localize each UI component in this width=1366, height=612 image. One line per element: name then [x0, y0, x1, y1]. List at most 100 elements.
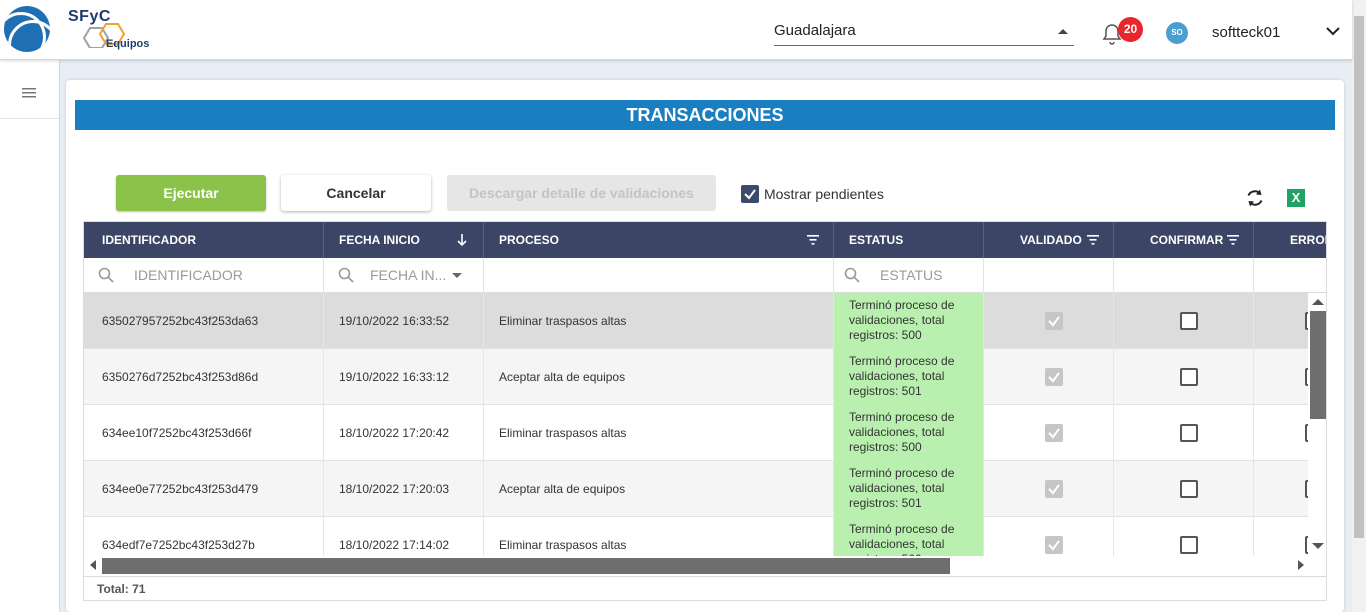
proceso-cell: Eliminar traspasos altas	[484, 293, 834, 349]
estatus-cell: Terminó proceso de validaciones, total r…	[834, 349, 984, 405]
confirmar-cell	[1114, 461, 1254, 517]
column-header-label: FECHA INICIO	[339, 233, 420, 247]
page-scrollbar[interactable]	[1352, 0, 1366, 612]
column-header-error[interactable]: ERROR	[1254, 222, 1326, 258]
table-row[interactable]: 634ee10f7252bc43f253d66f 18/10/2022 17:20…	[84, 405, 1326, 461]
estatus-cell: Terminó proceso de validaciones, total r…	[834, 293, 984, 349]
fecha-inicio-cell: 18/10/2022 17:20:03	[324, 461, 484, 517]
hamburger-menu-icon[interactable]	[22, 88, 36, 98]
confirmar-checkbox[interactable]	[1180, 368, 1198, 386]
proceso-cell: Eliminar traspasos altas	[484, 405, 834, 461]
proceso-cell: Aceptar alta de equipos	[484, 461, 834, 517]
city-select-value: Guadalajara	[774, 22, 856, 39]
search-icon	[844, 267, 860, 283]
brand-subtitle: Equipos	[106, 38, 150, 50]
fecha-inicio-cell: 18/10/2022 17:20:42	[324, 405, 484, 461]
proceso-filter-cell	[484, 258, 834, 293]
chevron-down-icon[interactable]	[1326, 26, 1340, 36]
identificador-cell: 635027957252bc43f253da63	[84, 293, 324, 349]
confirmar-checkbox[interactable]	[1180, 480, 1198, 498]
table-row[interactable]: 635027957252bc43f253da63 19/10/2022 16:33…	[84, 293, 1326, 349]
validado-checkbox	[1045, 368, 1063, 386]
column-header-validado[interactable]: VALIDADO	[984, 222, 1114, 258]
column-header-confirmar[interactable]: CONFIRMAR	[1114, 222, 1254, 258]
grid-total-count: Total: 71	[84, 576, 1326, 600]
checkmark-icon	[744, 189, 756, 200]
confirmar-cell	[1114, 293, 1254, 349]
dropdown-caret-icon[interactable]	[452, 273, 462, 278]
confirmar-checkbox[interactable]	[1180, 536, 1198, 554]
grid-horizontal-scrollbar-thumb[interactable]	[102, 558, 950, 574]
identificador-cell: 634ee0e77252bc43f253d479	[84, 461, 324, 517]
column-header-label: ESTATUS	[849, 233, 904, 247]
column-header-fecha-inicio[interactable]: FECHA INICIO	[324, 222, 484, 258]
checkmark-icon	[1048, 540, 1060, 551]
column-header-label: VALIDADO	[1020, 233, 1082, 247]
sidebar	[0, 60, 60, 612]
scroll-right-icon[interactable]	[1298, 560, 1304, 570]
show-pending-checkbox[interactable]	[741, 185, 759, 203]
checkmark-icon	[1048, 428, 1060, 439]
checkmark-icon	[1048, 372, 1060, 383]
validado-cell	[984, 293, 1114, 349]
excel-export-icon[interactable]: X	[1287, 189, 1305, 207]
transactions-grid: IDENTIFICADOR FECHA INICIO PROCESO ESTAT…	[83, 221, 1327, 601]
column-header-label: PROCESO	[499, 233, 560, 247]
avatar[interactable]: SO	[1166, 22, 1188, 44]
scroll-down-icon[interactable]	[1312, 543, 1324, 549]
column-header-identificador[interactable]: IDENTIFICADOR	[84, 222, 324, 258]
column-header-label: CONFIRMAR	[1150, 233, 1224, 247]
identificador-cell: 634ee10f7252bc43f253d66f	[84, 405, 324, 461]
estatus-filter-input[interactable]: ESTATUS	[834, 258, 984, 293]
identificador-filter-input[interactable]: IDENTIFICADOR	[84, 258, 324, 293]
notification-badge: 20	[1118, 17, 1143, 42]
refresh-icon[interactable]	[1245, 188, 1265, 208]
scroll-left-icon[interactable]	[90, 560, 96, 570]
fecha-inicio-cell: 19/10/2022 16:33:12	[324, 349, 484, 405]
validado-cell	[984, 405, 1114, 461]
sidebar-divider	[0, 118, 59, 119]
column-header-label: ERROR	[1290, 233, 1326, 247]
sort-descending-icon[interactable]	[457, 233, 467, 247]
username[interactable]: softteck01	[1212, 24, 1280, 41]
scroll-up-icon[interactable]	[1312, 299, 1324, 305]
cancel-button[interactable]: Cancelar	[281, 175, 431, 211]
fecha-inicio-cell: 19/10/2022 16:33:52	[324, 293, 484, 349]
fecha-filter-placeholder: FECHA IN...	[370, 267, 447, 283]
grid-filter-row: IDENTIFICADOR FECHA IN... ESTATUS	[84, 258, 1326, 293]
top-header: SFyC Equipos Guadalajara 20 SO softteck0…	[0, 0, 1352, 60]
column-header-proceso[interactable]: PROCESO	[484, 222, 834, 258]
filter-icon[interactable]	[1227, 235, 1239, 245]
page-scrollbar-thumb[interactable]	[1354, 16, 1364, 538]
estatus-cell: Terminó proceso de validaciones, total r…	[834, 405, 984, 461]
identificador-filter-placeholder: IDENTIFICADOR	[134, 267, 243, 283]
city-select[interactable]: Guadalajara	[774, 18, 1074, 46]
confirmar-checkbox[interactable]	[1180, 424, 1198, 442]
fecha-filter-input[interactable]: FECHA IN...	[324, 258, 484, 293]
show-pending-label[interactable]: Mostrar pendientes	[764, 186, 884, 202]
grid-vertical-scrollbar[interactable]	[1308, 293, 1326, 557]
validado-checkbox	[1045, 312, 1063, 330]
grid-header-row: IDENTIFICADOR FECHA INICIO PROCESO ESTAT…	[84, 222, 1326, 258]
column-header-label: IDENTIFICADOR	[102, 233, 196, 247]
checkmark-icon	[1048, 484, 1060, 495]
validado-cell	[984, 349, 1114, 405]
download-validations-button: Descargar detalle de validaciones	[447, 175, 716, 211]
table-row[interactable]: 634ee0e77252bc43f253d479 18/10/2022 17:20…	[84, 461, 1326, 517]
execute-button[interactable]: Ejecutar	[116, 175, 266, 211]
column-header-estatus[interactable]: ESTATUS	[834, 222, 984, 258]
filter-icon[interactable]	[807, 235, 819, 245]
identificador-cell: 6350276d7252bc43f253d86d	[84, 349, 324, 405]
checkmark-icon	[1048, 316, 1060, 327]
validado-cell	[984, 461, 1114, 517]
confirmar-checkbox[interactable]	[1180, 312, 1198, 330]
filter-icon[interactable]	[1087, 235, 1099, 245]
estatus-cell: Terminó proceso de validaciones, total r…	[834, 461, 984, 517]
brand-logo: SFyC Equipos	[68, 8, 149, 50]
table-row[interactable]: 6350276d7252bc43f253d86d 19/10/2022 16:33…	[84, 349, 1326, 405]
page-title: TRANSACCIONES	[75, 100, 1335, 130]
grid-vertical-scrollbar-thumb[interactable]	[1310, 311, 1326, 419]
validado-checkbox	[1045, 424, 1063, 442]
company-logo	[4, 6, 50, 52]
grid-horizontal-scrollbar[interactable]	[84, 556, 1326, 576]
